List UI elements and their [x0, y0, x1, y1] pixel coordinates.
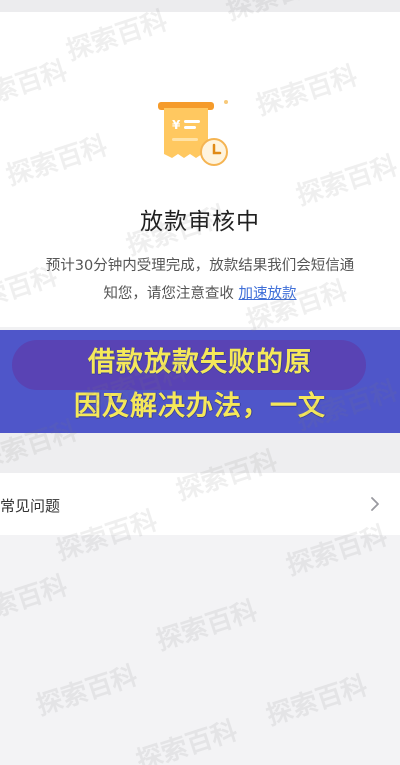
receipt-icon: ¥: [158, 100, 228, 166]
page-title: 放款审核中: [140, 209, 260, 235]
article-title-banner[interactable]: 借款放款失败的原 因及解决办法，一文: [0, 330, 400, 433]
clock-icon: [200, 138, 228, 166]
empty-content-area: [0, 535, 400, 765]
banner-title-line1: 借款放款失败的原: [88, 347, 312, 378]
review-description-line2: 知您，请您注意查收 加速放款: [0, 282, 400, 303]
section-gap: [0, 433, 400, 473]
faq-label: 常见问题: [0, 497, 61, 515]
speed-up-loan-link[interactable]: 加速放款: [239, 286, 297, 302]
faq-row[interactable]: 常见问题: [0, 473, 400, 535]
svg-text:¥: ¥: [172, 118, 181, 132]
chevron-right-icon: [371, 497, 379, 511]
review-description-line2-text: 知您，请您注意查收: [103, 286, 239, 302]
review-description-line1: 预计30分钟内受理完成，放款结果我们会短信通: [45, 258, 355, 274]
banner-title-line2: 因及解决办法，一文: [74, 391, 326, 422]
